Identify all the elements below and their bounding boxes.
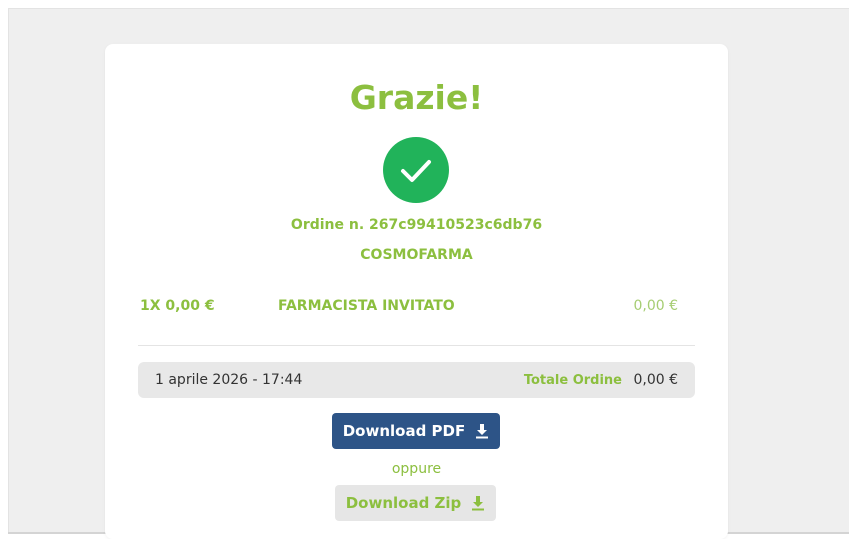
page-title: Grazie! <box>349 78 484 117</box>
item-price: 0,00 € <box>633 298 678 314</box>
download-zip-button[interactable]: Download Zip <box>335 485 496 521</box>
order-summary-bar: 1 aprile 2026 - 17:44 Totale Ordine 0,00… <box>138 362 695 398</box>
download-zip-label: Download Zip <box>345 494 462 512</box>
order-number: Ordine n. 267c99410523c6db76 <box>290 217 543 233</box>
order-total-label: Totale Ordine <box>523 373 622 388</box>
separator-text: oppure <box>391 461 442 477</box>
order-total-value: 0,00 € <box>633 372 678 388</box>
order-company: COSMOFARMA <box>360 247 473 263</box>
check-circle-icon <box>383 137 449 203</box>
download-pdf-button[interactable]: Download PDF <box>332 413 500 449</box>
item-name: FARMACISTA INVITATO <box>278 298 455 314</box>
order-date: 1 aprile 2026 - 17:44 <box>155 372 303 388</box>
item-quantity-price: 1X 0,00 € <box>140 298 215 314</box>
download-pdf-label: Download PDF <box>342 422 466 440</box>
order-confirmation-card: Grazie! Ordine n. 267c99410523c6db76 COS… <box>105 44 728 539</box>
download-icon <box>475 423 489 439</box>
divider <box>138 345 695 346</box>
download-icon <box>471 495 485 511</box>
